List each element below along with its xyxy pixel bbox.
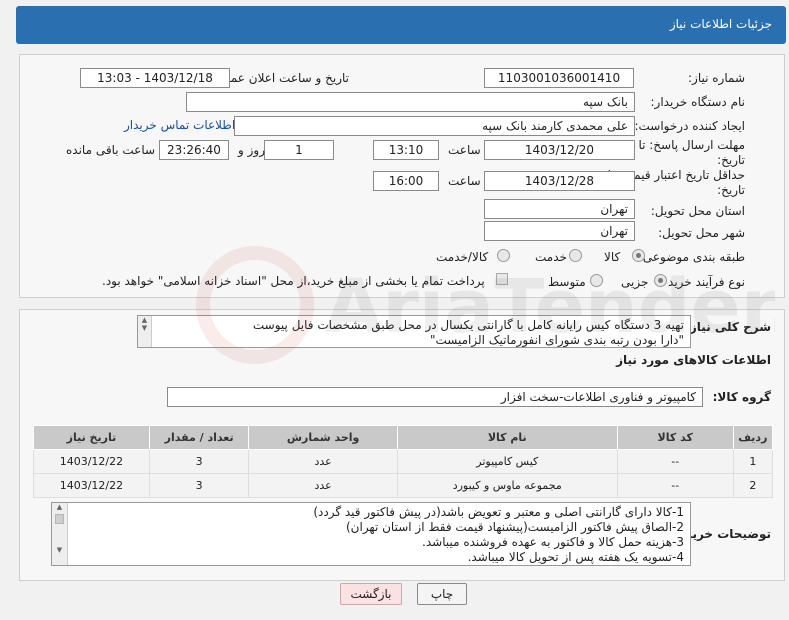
goods-group-label: گروه کالا: <box>712 390 771 404</box>
scroll-down-icon[interactable]: ▼ <box>138 324 151 332</box>
deadline-time-label: ساعت <box>448 143 481 157</box>
buyer-org-label: نام دستگاه خریدار: <box>650 95 746 109</box>
col-code: کد کالا <box>616 425 734 450</box>
deadline-date-field: 1403/12/20 <box>484 140 635 160</box>
cell-name: مجموعه ماوس و کیبورد <box>396 473 618 498</box>
buyer-note-line: 3-هزینه حمل کالا و فاکتور به عهده فروشند… <box>422 535 684 549</box>
buyer-notes-scrollbar[interactable]: ▲ ▼ <box>52 503 68 565</box>
col-name: نام کالا <box>396 425 618 450</box>
table-row: 1 -- کیس کامپیوتر عدد 3 1403/12/22 <box>33 449 774 474</box>
col-unit: واحد شمارش <box>248 425 398 450</box>
print-button[interactable]: چاپ <box>417 583 467 605</box>
watermark-logo: AriaTender.neT <box>196 246 775 364</box>
back-button[interactable]: بازگشت <box>340 583 402 605</box>
deadline-days-label: روز و <box>238 143 265 157</box>
buyer-note-line: 4-تسویه یک هفته پس از تحویل کالا میباشد. <box>467 550 684 564</box>
province-field: تهران <box>484 199 635 219</box>
col-qty: تعداد / مقدار <box>148 425 250 450</box>
cell-code: -- <box>616 449 734 474</box>
remaining-time-field: 23:26:40 <box>159 140 229 160</box>
cell-row: 1 <box>732 449 774 474</box>
scroll-up-icon[interactable]: ▲ <box>138 316 151 324</box>
cell-date: 1403/12/22 <box>33 473 150 498</box>
cell-row: 2 <box>732 473 774 498</box>
announce-date-field: 1403/12/18 - 13:03 <box>80 68 230 88</box>
scroll-up-icon[interactable]: ▲ <box>52 503 67 512</box>
province-label: استان محل تحویل: <box>650 204 745 218</box>
buyer-note-line: 2-الصاق پیش فاکتور الزامیست(پیشنهاد قیمت… <box>345 520 684 534</box>
buyer-notes-textarea[interactable]: 1-کالا دارای گارانتی اصلی و معتبر و تعوی… <box>51 502 691 566</box>
validity-time-field: 16:00 <box>373 171 439 191</box>
remaining-time-label: ساعت باقی مانده <box>66 143 156 157</box>
goods-table: ردیف کد کالا نام کالا واحد شمارش تعداد /… <box>33 425 774 498</box>
cell-qty: 3 <box>148 473 250 498</box>
scroll-down-icon[interactable]: ▼ <box>52 546 67 555</box>
creator-field: علی محمدی کارمند بانک سپه <box>234 116 635 136</box>
description-scrollbar[interactable]: ▲ ▼ <box>138 316 152 347</box>
watermark-text: AriaTender.neT <box>325 264 775 350</box>
buyer-contact-link[interactable]: اطلاعات تماس خریدار <box>124 118 235 132</box>
col-row: ردیف <box>732 425 774 450</box>
deadline-days-field: 1 <box>264 140 334 160</box>
validity-time-label: ساعت <box>448 174 481 188</box>
goods-group-field: کامپیوتر و فناوری اطلاعات-سخت افزار <box>167 387 703 407</box>
cell-code: -- <box>616 473 734 498</box>
buyer-note-line: 1-کالا دارای گارانتی اصلی و معتبر و تعوی… <box>313 505 684 519</box>
col-date: تاریخ نیاز <box>33 425 150 450</box>
cell-unit: عدد <box>248 473 398 498</box>
need-number-label: شماره نیاز: <box>688 71 745 85</box>
buyer-org-field: بانک سپه <box>186 92 635 112</box>
deadline-time-field: 13:10 <box>373 140 439 160</box>
scroll-thumb[interactable] <box>55 514 64 524</box>
need-number-field: 1103001036001410 <box>484 68 634 88</box>
goods-table-header: ردیف کد کالا نام کالا واحد شمارش تعداد /… <box>33 425 774 450</box>
page-title: جزئیات اطلاعات نیاز <box>669 17 772 31</box>
cell-date: 1403/12/22 <box>33 449 150 474</box>
cell-unit: عدد <box>248 449 398 474</box>
page-header: جزئیات اطلاعات نیاز <box>16 6 786 44</box>
cell-name: کیس کامپیوتر <box>396 449 618 474</box>
validity-date-field: 1403/12/28 <box>484 171 635 191</box>
creator-label: ایجاد کننده درخواست: <box>634 119 745 133</box>
watermark-ring-icon <box>196 246 314 364</box>
city-field: تهران <box>484 221 635 241</box>
cell-qty: 3 <box>148 449 250 474</box>
city-label: شهر محل تحویل: <box>658 226 745 240</box>
table-row: 2 -- مجموعه ماوس و کیبورد عدد 3 1403/12/… <box>33 473 774 498</box>
